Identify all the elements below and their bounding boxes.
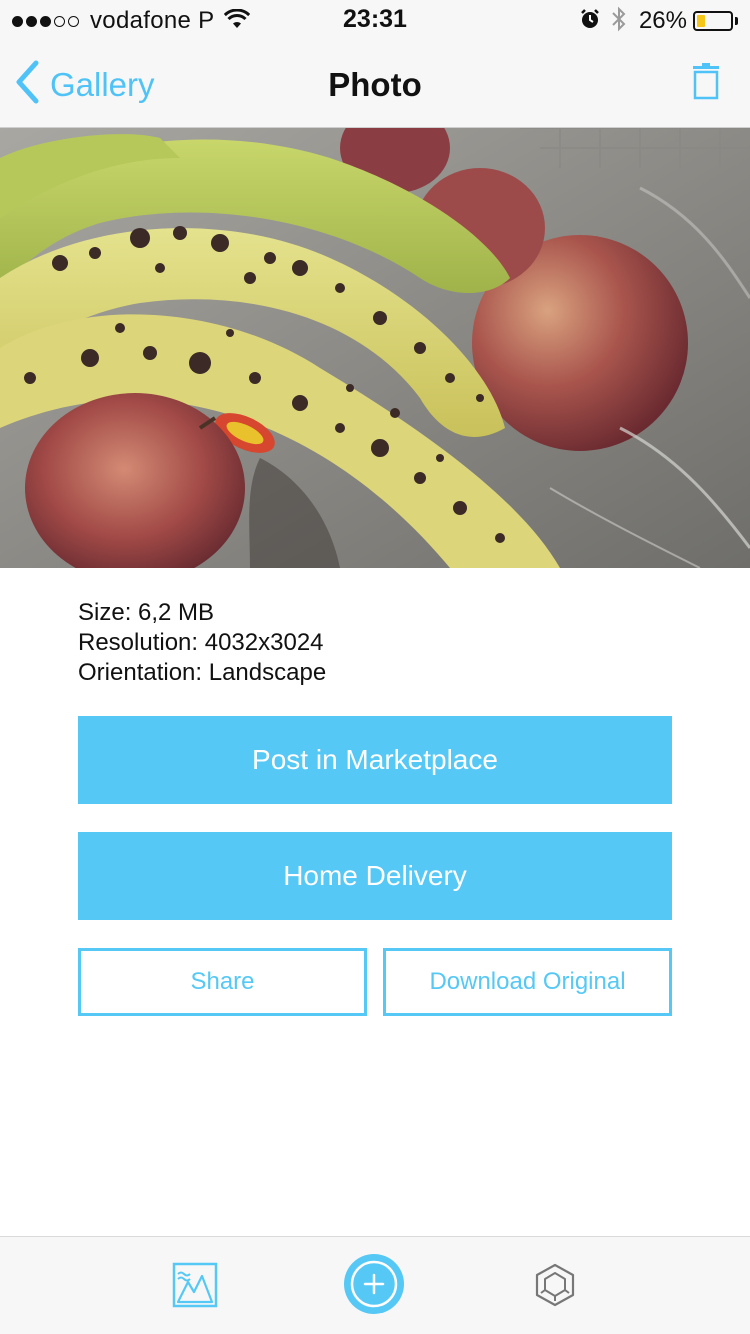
share-button[interactable]: Share bbox=[78, 948, 367, 1016]
trash-icon[interactable] bbox=[692, 62, 720, 105]
battery-cap bbox=[735, 17, 738, 25]
tab-bar bbox=[0, 1236, 750, 1334]
status-bar: vodafone P 23:31 26% bbox=[0, 0, 750, 40]
photo-orientation: Orientation: Landscape bbox=[78, 659, 327, 686]
download-original-button[interactable]: Download Original bbox=[383, 948, 672, 1016]
marketplace-icon[interactable] bbox=[534, 1263, 576, 1312]
photo-preview bbox=[0, 128, 750, 568]
post-in-marketplace-button[interactable]: Post in Marketplace bbox=[78, 716, 672, 804]
photo-resolution: Resolution: 4032x3024 bbox=[78, 629, 324, 656]
battery-percent: 26% bbox=[638, 7, 687, 34]
photo-details: Size: 6,2 MB Resolution: 4032x3024 Orien… bbox=[78, 598, 326, 688]
battery-level bbox=[697, 15, 705, 27]
status-right: 26% bbox=[579, 6, 738, 37]
fruit-photo bbox=[0, 128, 750, 568]
page-title: Photo bbox=[328, 66, 422, 103]
home-delivery-button[interactable]: Home Delivery bbox=[78, 832, 672, 920]
battery-icon bbox=[693, 11, 733, 31]
gallery-icon[interactable] bbox=[172, 1262, 218, 1313]
alarm-icon bbox=[579, 8, 601, 35]
add-icon[interactable] bbox=[343, 1253, 405, 1315]
photo-size: Size: 6,2 MB bbox=[78, 599, 215, 626]
bluetooth-icon bbox=[611, 6, 627, 37]
navigation-bar: Gallery Photo bbox=[0, 40, 750, 128]
